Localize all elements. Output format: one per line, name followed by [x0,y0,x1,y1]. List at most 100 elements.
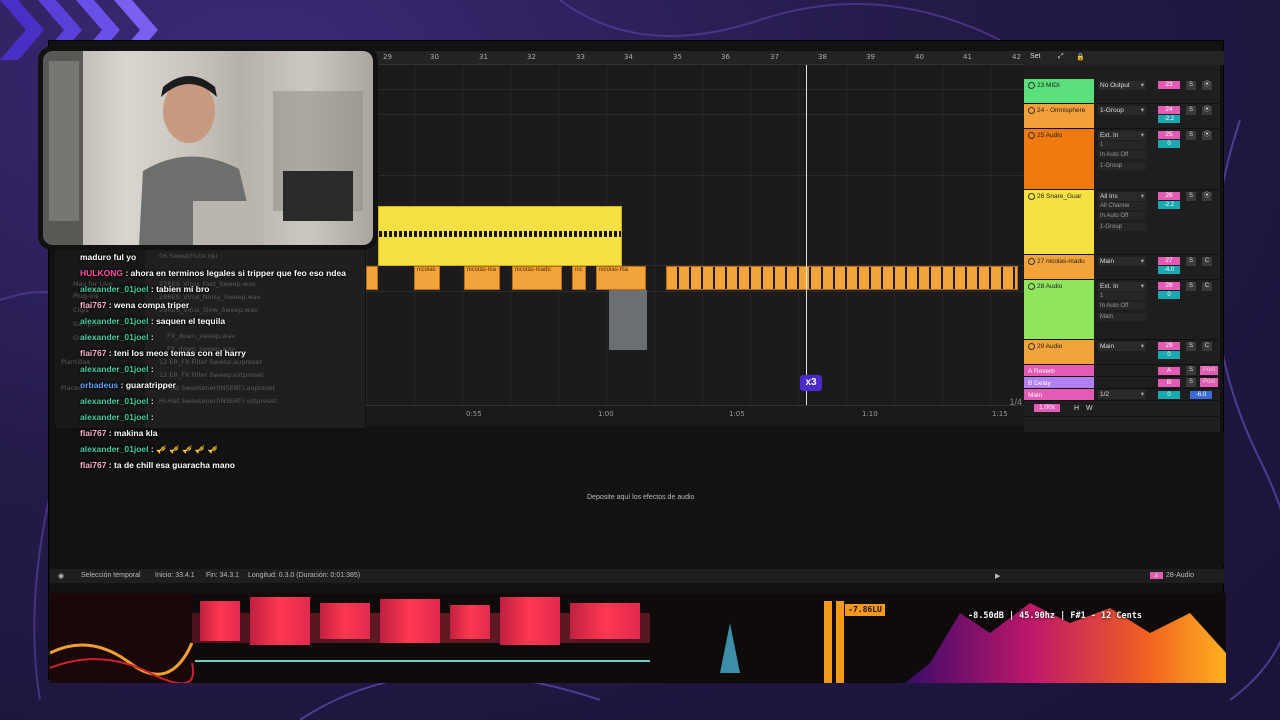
track-activator-icon[interactable] [1028,343,1035,350]
track-activator-icon[interactable] [1028,107,1035,114]
status-track[interactable]: 28-Audio [1166,572,1194,579]
arm-button[interactable]: C [1202,257,1212,266]
output-select[interactable]: 1/2 [1098,390,1146,399]
track-name[interactable]: Main [1024,389,1094,400]
track-name[interactable]: 24 - Omnisphere [1024,104,1094,128]
track-lane[interactable] [366,90,1024,115]
audio-clip[interactable]: nicolas-ma [464,266,500,290]
track-name[interactable]: B Delay [1024,377,1094,388]
status-icon[interactable]: ◉ [58,572,64,580]
solo-button[interactable]: S [1186,342,1196,351]
track-name[interactable]: 26 Snare_Guar [1024,190,1094,254]
monitor-in[interactable]: In [1100,152,1105,158]
arm-button[interactable]: C [1202,342,1212,351]
solo-button[interactable]: S [1186,257,1196,266]
monitor-auto[interactable]: Auto [1106,152,1118,158]
track-activator-icon[interactable] [1028,82,1035,89]
monitor-auto[interactable]: Auto [1106,303,1118,309]
arm-button[interactable]: ⦿ [1202,192,1212,201]
track-volume[interactable]: -2.2 [1158,201,1180,209]
audio-clip[interactable]: nicolas-madu [512,266,562,290]
main-track-row[interactable]: Main 1/2 0 -6.0 [1024,389,1224,401]
track-activator-icon[interactable] [1028,258,1035,265]
device-view[interactable] [370,432,1224,566]
output-select[interactable]: 1-Group [1098,106,1146,115]
input-channel-select[interactable]: 1 [1098,292,1146,300]
output-select[interactable]: Main [1098,342,1146,351]
track-activator-icon[interactable] [1028,193,1035,200]
arm-button[interactable]: ⦿ [1202,81,1212,90]
monitor-in[interactable]: In [1100,303,1105,309]
tempo-factor[interactable]: 1.00x [1034,404,1060,412]
track-row[interactable]: 25 Audio Ext. In 1 In Auto Off 1-Group 2… [1024,129,1224,190]
track-lane[interactable] [366,65,1024,90]
input-select[interactable]: Ext. In [1098,282,1146,291]
post-button[interactable]: Post [1200,366,1218,375]
monitor-off[interactable]: Off [1120,152,1128,158]
audio-clip[interactable]: nicolas-ma [596,266,646,290]
track-volume[interactable]: 0 [1158,391,1180,399]
monitor-switch[interactable]: In Auto Off [1098,212,1146,220]
track-lane[interactable] [366,115,1024,176]
monitor-off[interactable]: Off [1120,213,1128,219]
solo-button[interactable]: S [1186,131,1196,140]
arm-button[interactable]: ⦿ [1202,106,1212,115]
track-volume[interactable]: 0 [1158,291,1180,299]
bar-ruler[interactable]: 29 30 31 32 33 34 35 36 37 38 39 40 41 4… [366,51,1024,65]
audio-clip[interactable]: nic [572,266,586,290]
input-channel-select[interactable]: All Channe [1098,202,1146,210]
track-activator-icon[interactable] [1028,283,1035,290]
track-row[interactable]: 29 Audio Main 29 0 S C [1024,340,1224,365]
expand-icon[interactable]: ⤢ [1058,53,1064,61]
solo-button[interactable]: S [1186,282,1196,291]
h-toggle[interactable]: H [1074,405,1079,412]
track-number[interactable]: 23 [1158,81,1180,89]
solo-button[interactable]: S [1186,378,1196,387]
monitor-auto[interactable]: Auto [1106,213,1118,219]
track-activator-icon[interactable] [1028,132,1035,139]
midi-clip[interactable] [378,206,622,266]
time-selection[interactable] [609,290,647,350]
track-name[interactable]: 27 nicolas-madu [1024,255,1094,279]
track-name[interactable]: 23 MIDI [1024,79,1094,103]
track-number[interactable]: B [1158,379,1180,387]
input-select[interactable]: All Ins [1098,192,1146,201]
track-number[interactable]: 25 [1158,131,1180,139]
track-number[interactable]: 29 [1158,342,1180,350]
return-track-row[interactable]: A Reverb A S Post [1024,365,1224,377]
track-number[interactable]: 27 [1158,257,1180,265]
playhead[interactable] [806,65,807,405]
input-channel-select[interactable]: 1 [1098,141,1146,149]
track-name[interactable]: 29 Audio [1024,340,1094,364]
track-row[interactable]: 27 nicolas-madu Main 27 -4.0 S C [1024,255,1224,280]
monitor-switch[interactable]: In Auto Off [1098,302,1146,310]
track-number[interactable]: A [1158,367,1180,375]
output-select[interactable]: Main [1098,313,1146,321]
input-select[interactable]: Ext. In [1098,131,1146,140]
track-row[interactable]: 28 Audio Ext. In 1 In Auto Off Main 28 0… [1024,280,1224,340]
solo-button[interactable]: S [1186,106,1196,115]
arm-button[interactable]: C [1202,282,1212,291]
track-number[interactable]: 26 [1158,192,1180,200]
solo-button[interactable]: S [1186,81,1196,90]
play-icon[interactable]: ▶ [995,572,1000,580]
output-select[interactable]: 1-Group [1098,162,1146,170]
track-volume[interactable]: 0 [1158,351,1180,359]
monitor-off[interactable]: Off [1120,303,1128,309]
track-volume[interactable]: -4.0 [1158,266,1180,274]
solo-button[interactable]: S [1186,192,1196,201]
post-button[interactable]: Post [1200,378,1218,387]
monitor-in[interactable]: In [1100,213,1105,219]
track-number[interactable]: 24 [1158,106,1180,114]
arrangement-view[interactable]: 29 30 31 32 33 34 35 36 37 38 39 40 41 4… [366,51,1024,426]
track-volume[interactable]: -2.2 [1158,115,1180,123]
audio-clip-loop[interactable] [666,266,1018,290]
track-row[interactable]: 26 Snare_Guar All Ins All Channe In Auto… [1024,190,1224,255]
audio-clip[interactable]: nicolas [414,266,440,290]
track-row[interactable]: 23 MIDI No Output 23 S ⦿ [1024,79,1224,104]
track-name[interactable]: A Reverb [1024,365,1094,376]
output-select[interactable]: Main [1098,257,1146,266]
output-select[interactable]: 1-Group [1098,223,1146,231]
main-volume[interactable]: -6.0 [1190,391,1212,399]
track-number[interactable]: 28 [1158,282,1180,290]
